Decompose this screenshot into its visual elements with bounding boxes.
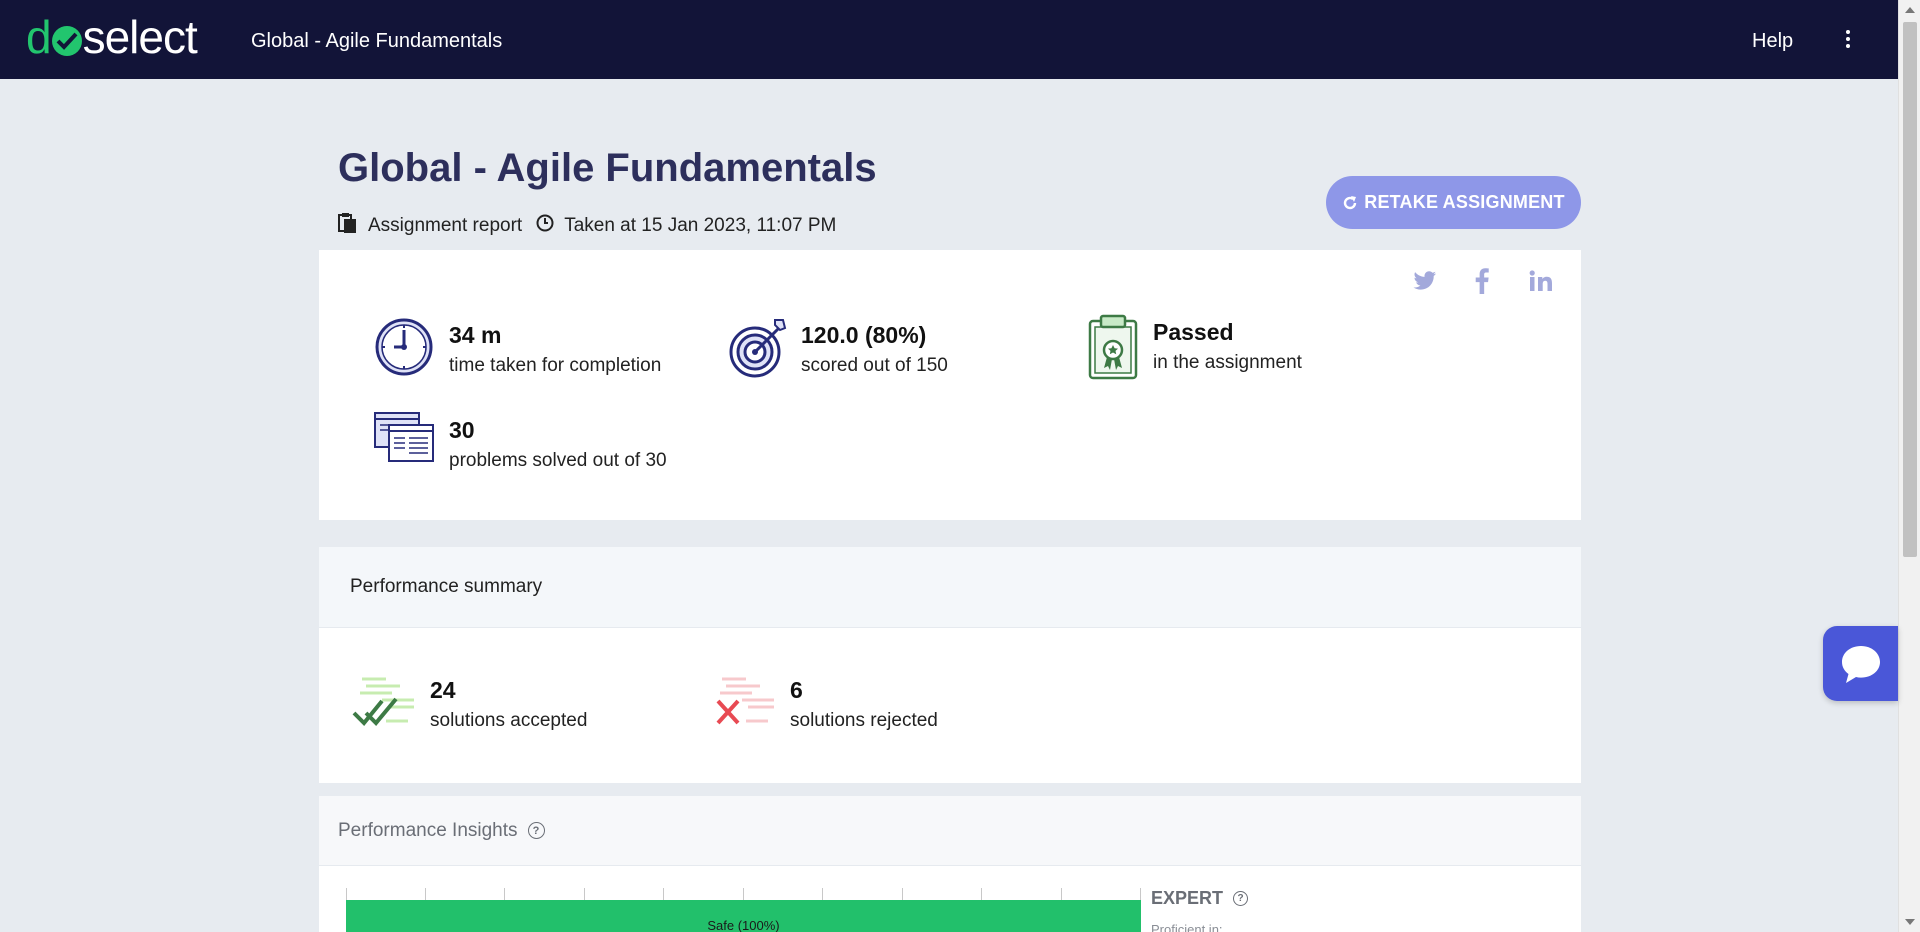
level-help-icon[interactable]: ? [1233, 891, 1249, 906]
performance-summary-card: Performance summary 24 solutions accepte… [319, 547, 1581, 783]
retake-label: RETAKE ASSIGNMENT [1364, 192, 1565, 212]
stopwatch-clock-icon [373, 316, 435, 378]
scrollbar-thumb[interactable] [1903, 22, 1917, 557]
rejected-x-icon [712, 675, 776, 731]
proficient-label: Proficient in: [1151, 922, 1223, 932]
result-value: Passed [1153, 319, 1234, 345]
accepted-label: solutions accepted [430, 710, 588, 731]
safe-bar-label: Safe (100%) [707, 918, 780, 932]
certificate-clipboard-icon [1087, 313, 1139, 381]
clock-icon [536, 214, 554, 238]
rejected-label: solutions rejected [790, 710, 938, 731]
score-value: 120.0 (80%) [801, 322, 927, 348]
double-check-icon [352, 675, 416, 731]
report-label: Assignment report [368, 215, 523, 236]
level-heading: EXPERT ? [1151, 888, 1249, 909]
stat-result: Passed in the assignment [1087, 313, 1302, 381]
report-meta: Assignment report Taken at 15 Jan 2023, … [338, 212, 836, 240]
performance-insights-header: Performance Insights ? [319, 796, 1581, 866]
doselect-logo[interactable]: d select [26, 11, 198, 63]
chart-tick [743, 888, 744, 900]
facebook-icon[interactable] [1475, 268, 1489, 299]
problems-value: 30 [449, 417, 475, 443]
refresh-icon [1344, 195, 1357, 209]
accepted-value: 24 [430, 677, 456, 703]
chat-bubble-icon [1841, 645, 1880, 683]
chart-tick [1061, 888, 1062, 900]
check-logo-icon [51, 26, 82, 56]
chart-tick [1140, 888, 1141, 900]
stat-time: 34 m time taken for completion [373, 316, 661, 378]
result-label: in the assignment [1153, 352, 1302, 373]
chart-tick [425, 888, 426, 900]
help-link[interactable]: Help [1752, 30, 1793, 53]
insights-bar-chart: Safe (100%) [346, 888, 1141, 932]
chart-tick [981, 888, 982, 900]
time-value: 34 m [449, 322, 502, 348]
score-label: scored out of 150 [801, 355, 948, 376]
problems-windows-icon [373, 411, 435, 473]
more-options-icon[interactable] [1842, 30, 1854, 52]
insights-help-icon[interactable]: ? [527, 822, 545, 839]
level-label: EXPERT [1151, 888, 1224, 908]
stat-score: 120.0 (80%) scored out of 150 [725, 316, 948, 378]
taken-at: Taken at 15 Jan 2023, 11:07 PM [564, 215, 837, 236]
chart-tick [822, 888, 823, 900]
safe-bar[interactable]: Safe (100%) [346, 900, 1141, 932]
time-label: time taken for completion [449, 355, 662, 376]
insights-title: Performance Insights [338, 819, 518, 841]
chart-tick [902, 888, 903, 900]
nav-assignment-title: Global - Agile Fundamentals [251, 30, 503, 52]
top-navbar: d select Global - Agile Fundamentals Help [0, 0, 1898, 79]
chart-tick [663, 888, 664, 900]
scroll-down-arrow-icon[interactable] [1905, 919, 1915, 925]
report-document-icon [338, 212, 358, 240]
rejected-value: 6 [790, 677, 803, 703]
twitter-icon[interactable] [1413, 270, 1437, 297]
chat-widget-button[interactable] [1823, 626, 1898, 701]
problems-label: problems solved out of 30 [449, 450, 667, 471]
target-icon [725, 316, 787, 378]
scroll-up-arrow-icon[interactable] [1905, 7, 1915, 13]
page-title: Global - Agile Fundamentals [338, 146, 877, 190]
chart-tick [504, 888, 505, 900]
solutions-accepted: 24 solutions accepted [352, 675, 587, 732]
stat-problems: 30 problems solved out of 30 [373, 411, 667, 473]
linkedin-icon[interactable] [1529, 270, 1553, 297]
chart-tick [584, 888, 585, 900]
solutions-rejected: 6 solutions rejected [712, 675, 938, 732]
performance-summary-header: Performance summary [319, 547, 1581, 628]
retake-assignment-button[interactable]: RETAKE ASSIGNMENT [1326, 176, 1581, 229]
performance-insights-card: Performance Insights ? Safe (100%) EXPER… [319, 796, 1581, 932]
page-scrollbar[interactable] [1898, 0, 1920, 932]
stats-card: 34 m time taken for completion 120.0 (80… [319, 250, 1581, 520]
